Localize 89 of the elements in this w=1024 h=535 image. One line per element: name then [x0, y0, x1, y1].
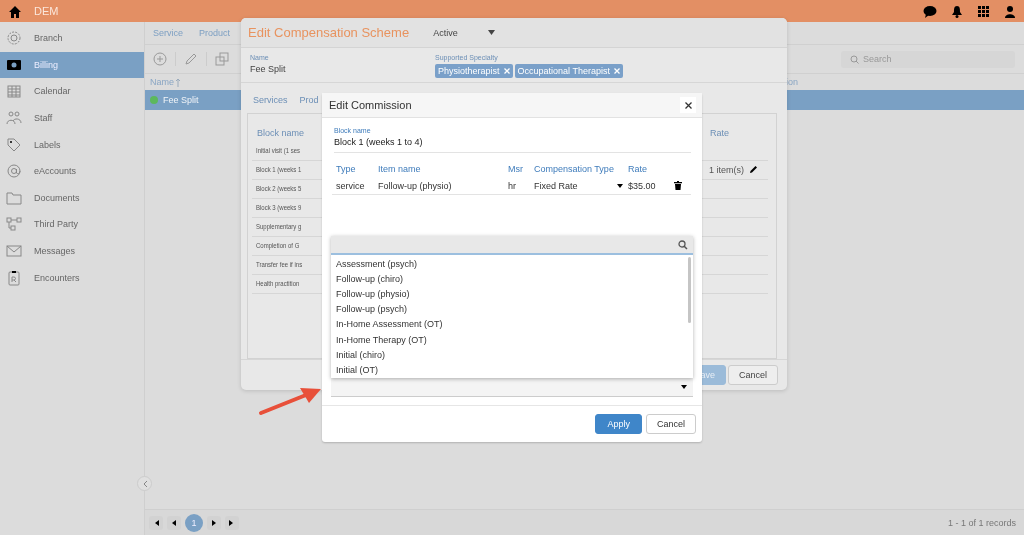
table-cell-text: Follow-up (physio)	[378, 180, 453, 191]
copy-icon	[215, 52, 229, 66]
search-icon	[850, 54, 859, 64]
tab[interactable]: Prod	[299, 94, 319, 109]
clipboard-icon	[6, 269, 22, 286]
remove-icon	[613, 68, 620, 75]
sort-arrow-icon	[174, 77, 182, 87]
dropdown-option[interactable]: Follow-up (psych)	[331, 301, 688, 317]
app-title: DEM	[34, 5, 59, 17]
table-cell-text: 1 item(s)	[709, 164, 745, 175]
dropdown-value: Active	[433, 27, 458, 38]
sidebar-item[interactable]: Branch	[0, 25, 144, 52]
compensation-type-dropdown[interactable]: Fixed Rate	[534, 180, 628, 191]
caret-down-icon	[487, 30, 495, 36]
people-icon	[6, 110, 22, 127]
calendar-icon	[6, 83, 22, 100]
close-icon	[684, 101, 692, 109]
grid-icon	[977, 4, 990, 18]
column-header: Item name	[378, 164, 422, 174]
folder-icon	[6, 189, 22, 206]
sidebar-item[interactable]: Billing	[0, 51, 144, 79]
sidebar-item[interactable]: Messages	[0, 237, 144, 265]
apply-button[interactable]: Apply	[595, 414, 642, 434]
column-header: Type	[336, 164, 357, 174]
pencil-icon	[184, 52, 198, 66]
close-button[interactable]	[680, 97, 696, 113]
scrollbar[interactable]	[688, 257, 691, 323]
first-page-button[interactable]	[149, 515, 163, 530]
add-icon	[153, 52, 167, 66]
tag-icon	[6, 136, 22, 153]
last-page-button[interactable]	[225, 515, 239, 530]
search-icon	[678, 239, 688, 250]
cancel-button[interactable]: Cancel	[728, 364, 778, 385]
at-sign-icon	[6, 163, 22, 180]
previous-page-button[interactable]	[167, 515, 181, 530]
column-header: Rate	[710, 127, 730, 138]
network-icon	[6, 216, 22, 233]
envelope-icon	[6, 243, 22, 260]
specialty-tag[interactable]: Occupational Therapist	[514, 64, 623, 79]
bell-icon	[951, 4, 963, 18]
sidebar-item[interactable]: Documents	[0, 184, 144, 212]
page-button[interactable]: 1	[185, 513, 203, 532]
dropdown-option[interactable]: In-Home Assessment (OT)	[331, 316, 688, 332]
chat-icon	[923, 4, 937, 18]
specialty-tag[interactable]: Physiotherapist	[435, 64, 513, 79]
dropdown-option[interactable]: Initial (chiro)	[331, 347, 688, 363]
user-icon	[1004, 4, 1016, 18]
dropdown-option[interactable]: Follow-up (chiro)	[331, 271, 688, 287]
gear-icon	[6, 30, 22, 47]
column-header: Compensation Type	[534, 164, 615, 174]
field-value: Fee Split	[250, 64, 287, 75]
cancel-button[interactable]: Cancel	[646, 414, 696, 434]
sidebar-item[interactable]: Staff	[0, 104, 144, 132]
caret-icon	[170, 518, 178, 527]
column-header: Block name	[257, 127, 305, 138]
table-cell-text: hr	[508, 180, 517, 191]
collapse-button[interactable]	[137, 476, 152, 491]
search-field[interactable]	[331, 236, 693, 255]
dropdown-option[interactable]: In-Home Therapy (OT)	[331, 331, 688, 348]
pencil-icon	[749, 165, 758, 175]
row-name: Fee Split	[163, 95, 199, 105]
sidebar-item[interactable]: Third Party	[0, 211, 144, 238]
column-header: Rate	[628, 164, 648, 174]
dropdown-option[interactable]: Initial (OT)	[331, 362, 688, 378]
status-dropdown[interactable]: Active	[429, 25, 499, 40]
dropdown-value: Fixed Rate	[534, 180, 578, 191]
column-header: Msr	[508, 164, 524, 174]
caret-icon	[210, 518, 218, 527]
dialog-title: Edit Compensation Scheme	[248, 25, 410, 41]
annotation-arrow	[258, 386, 322, 416]
caret-down-icon	[681, 384, 687, 389]
sidebar-item[interactable]: Labels	[0, 131, 144, 158]
sidebar-item[interactable]: Calendar	[0, 78, 144, 105]
caret-down-icon	[617, 183, 623, 188]
table-cell-text: service	[336, 180, 366, 191]
tab[interactable]: Services	[253, 94, 288, 109]
trash-icon	[674, 181, 682, 190]
next-page-button[interactable]	[207, 515, 221, 530]
sidebar-item[interactable]: eAccounts	[0, 157, 144, 185]
table-cell-text: $35.00	[628, 180, 657, 191]
dropdown-option[interactable]: Assessment (psych)	[331, 256, 688, 272]
records-summary: 1 - 1 of 1 records	[947, 517, 1016, 528]
field-value: Block 1 (weeks 1 to 4)	[334, 137, 424, 147]
sidebar-item[interactable]: Encounters	[0, 264, 144, 291]
dropdown-option[interactable]: Follow-up (physio)	[331, 286, 688, 302]
dialog-title: Edit Commission	[329, 99, 412, 111]
chevron-left-icon	[141, 479, 148, 488]
home-icon	[8, 4, 22, 18]
remove-icon	[503, 68, 510, 75]
